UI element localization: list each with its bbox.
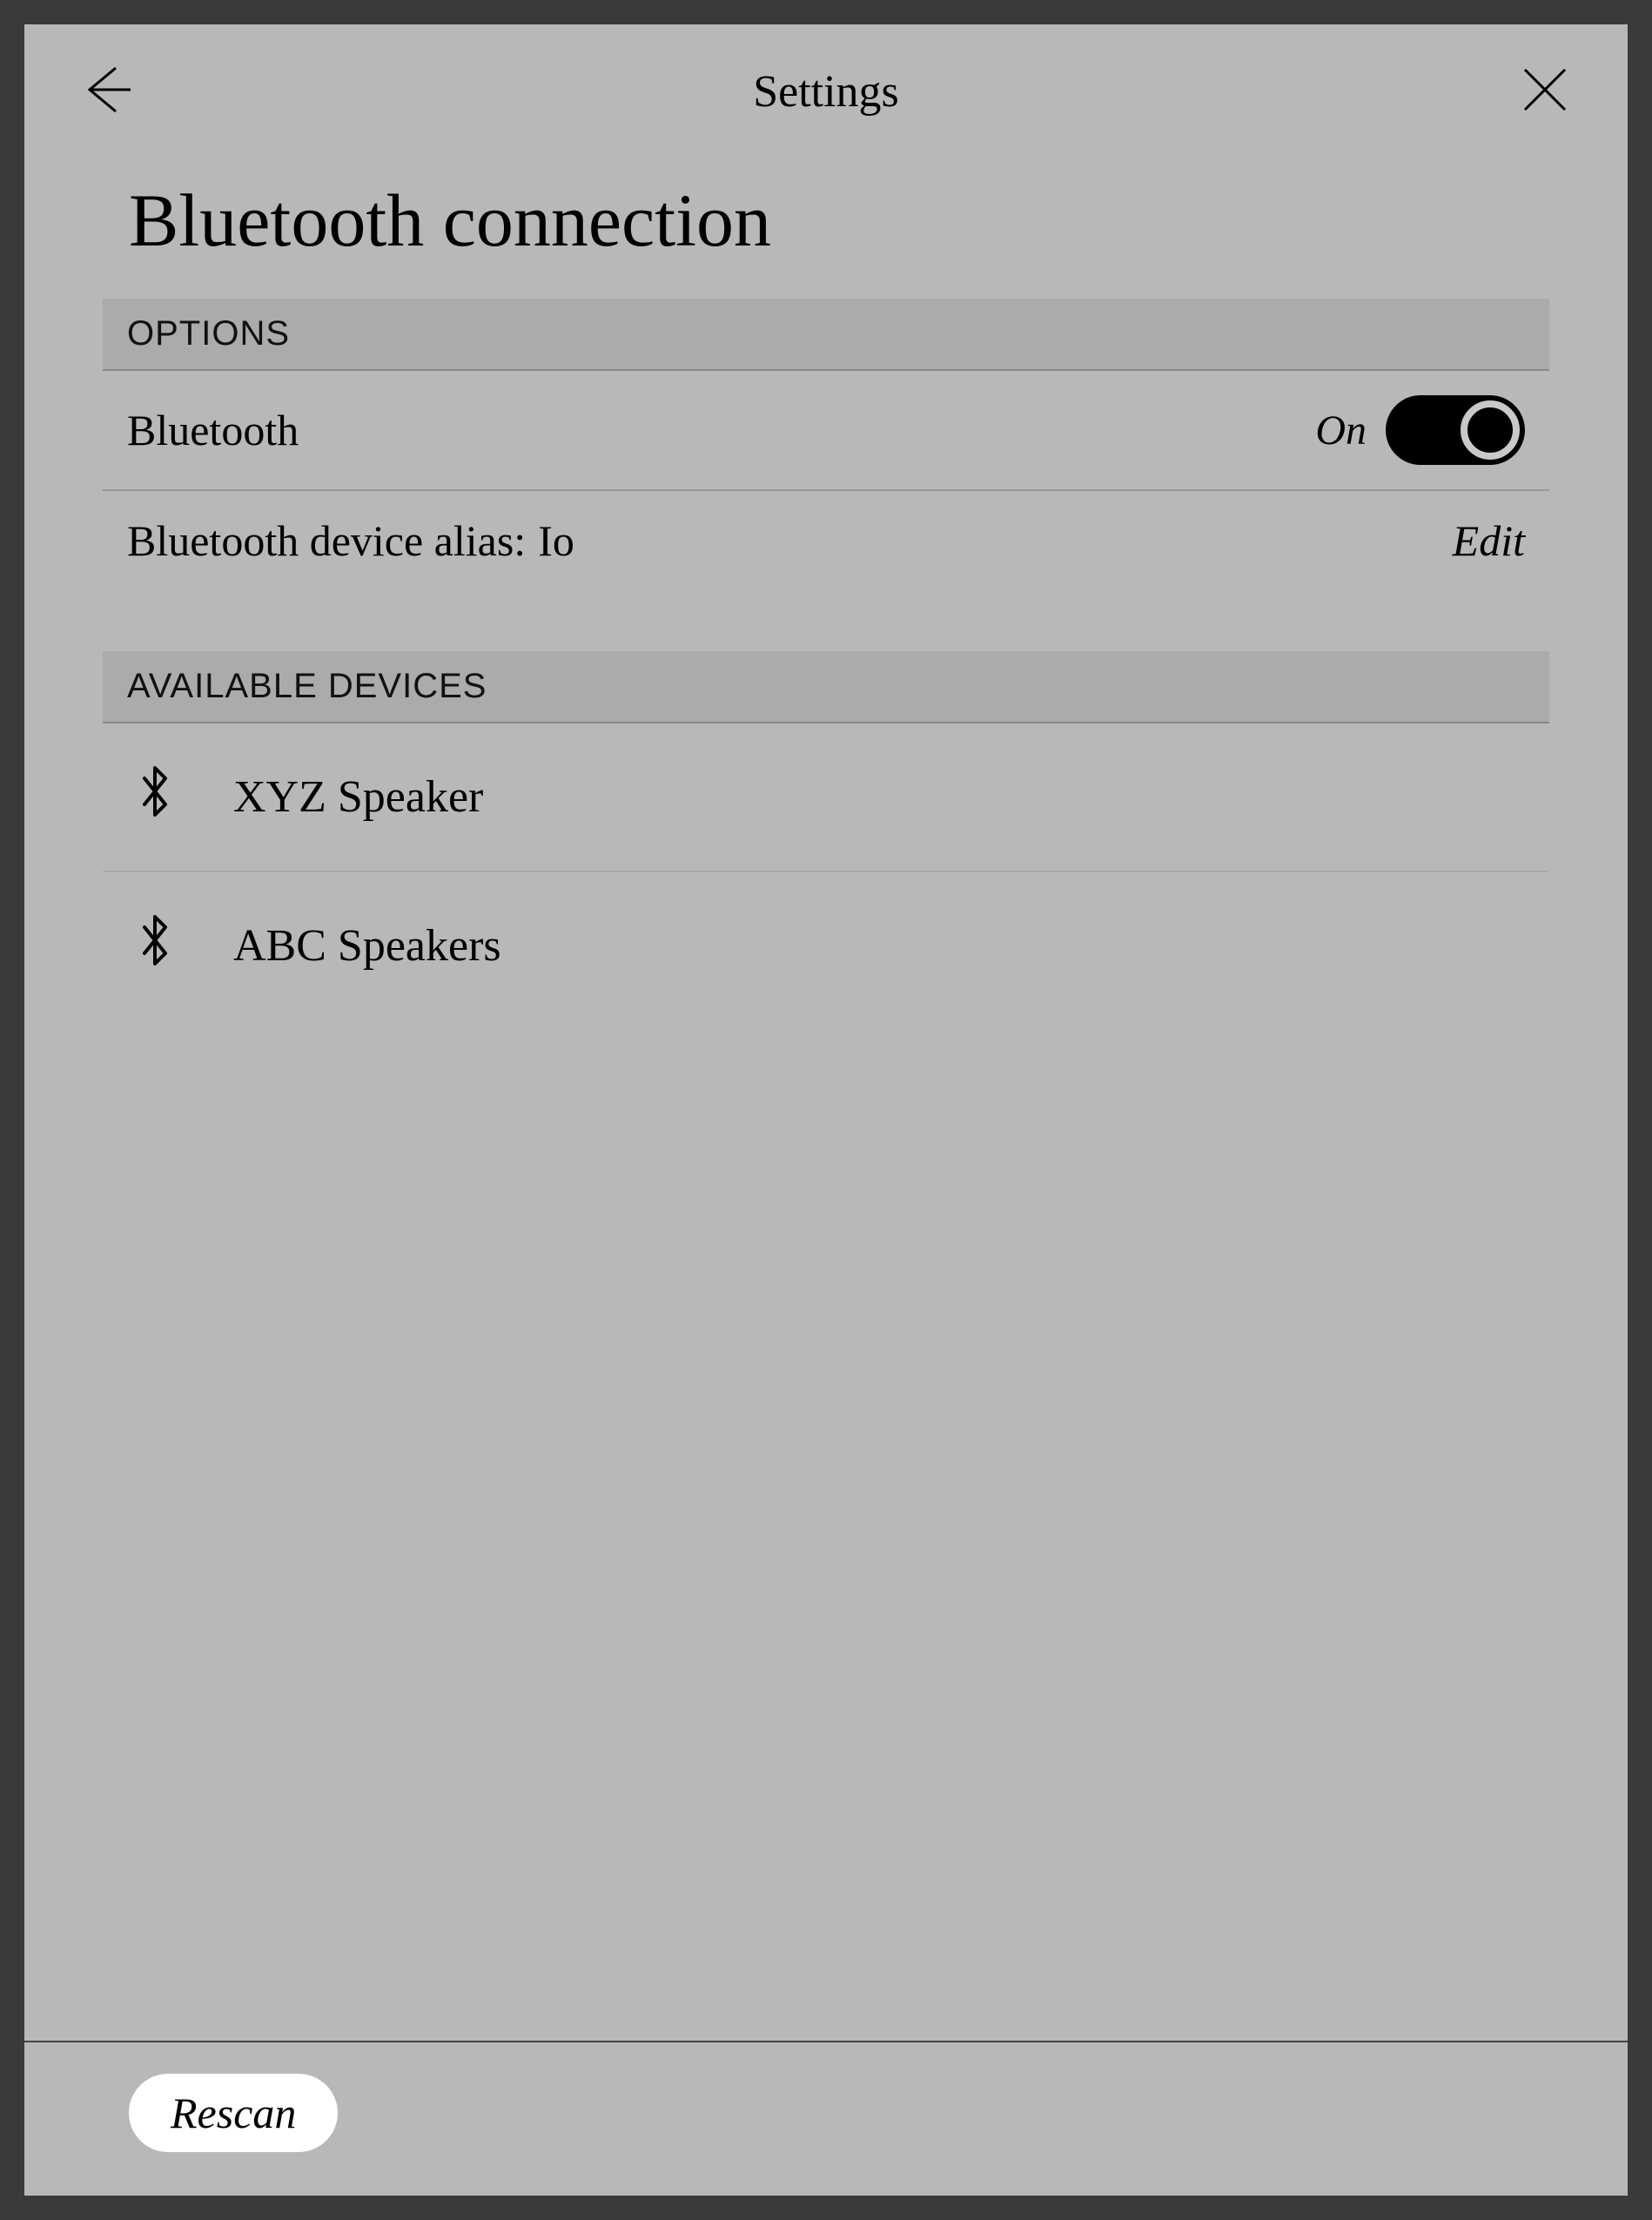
section-spacer [103,590,1549,651]
available-devices-section-header: AVAILABLE DEVICES [103,651,1549,723]
settings-screen: Settings Bluetooth connection OPTIONS Bl… [24,24,1628,2196]
bluetooth-icon [138,765,172,829]
page-title: Bluetooth connection [24,151,1628,299]
back-icon[interactable] [77,59,138,124]
device-row[interactable]: XYZ Speaker [103,723,1549,872]
bluetooth-toggle-wrap: On [1315,395,1525,465]
device-name: XYZ Speaker [233,771,483,823]
bluetooth-toggle-row[interactable]: Bluetooth On [103,371,1549,491]
header-bar: Settings [24,24,1628,151]
close-icon[interactable] [1514,59,1575,124]
toggle-knob-icon [1461,400,1520,460]
bluetooth-toggle[interactable] [1386,395,1525,465]
alias-prefix: Bluetooth device alias: [127,515,526,566]
alias-label: Bluetooth device alias: Io [127,515,574,566]
content-area: OPTIONS Bluetooth On Bluetooth device al… [24,299,1628,2041]
rescan-button[interactable]: Rescan [129,2074,338,2152]
device-name: ABC Speakers [233,920,501,972]
edit-alias-button[interactable]: Edit [1453,515,1525,566]
footer-bar: Rescan [24,2041,1628,2196]
options-section-header: OPTIONS [103,299,1549,371]
bluetooth-icon [138,914,172,978]
alias-value: Io [538,515,574,566]
alias-row[interactable]: Bluetooth device alias: Io Edit [103,491,1549,590]
device-row[interactable]: ABC Speakers [103,872,1549,1019]
bluetooth-state-label: On [1315,407,1367,454]
bluetooth-label: Bluetooth [127,405,299,455]
header-title: Settings [753,66,899,118]
